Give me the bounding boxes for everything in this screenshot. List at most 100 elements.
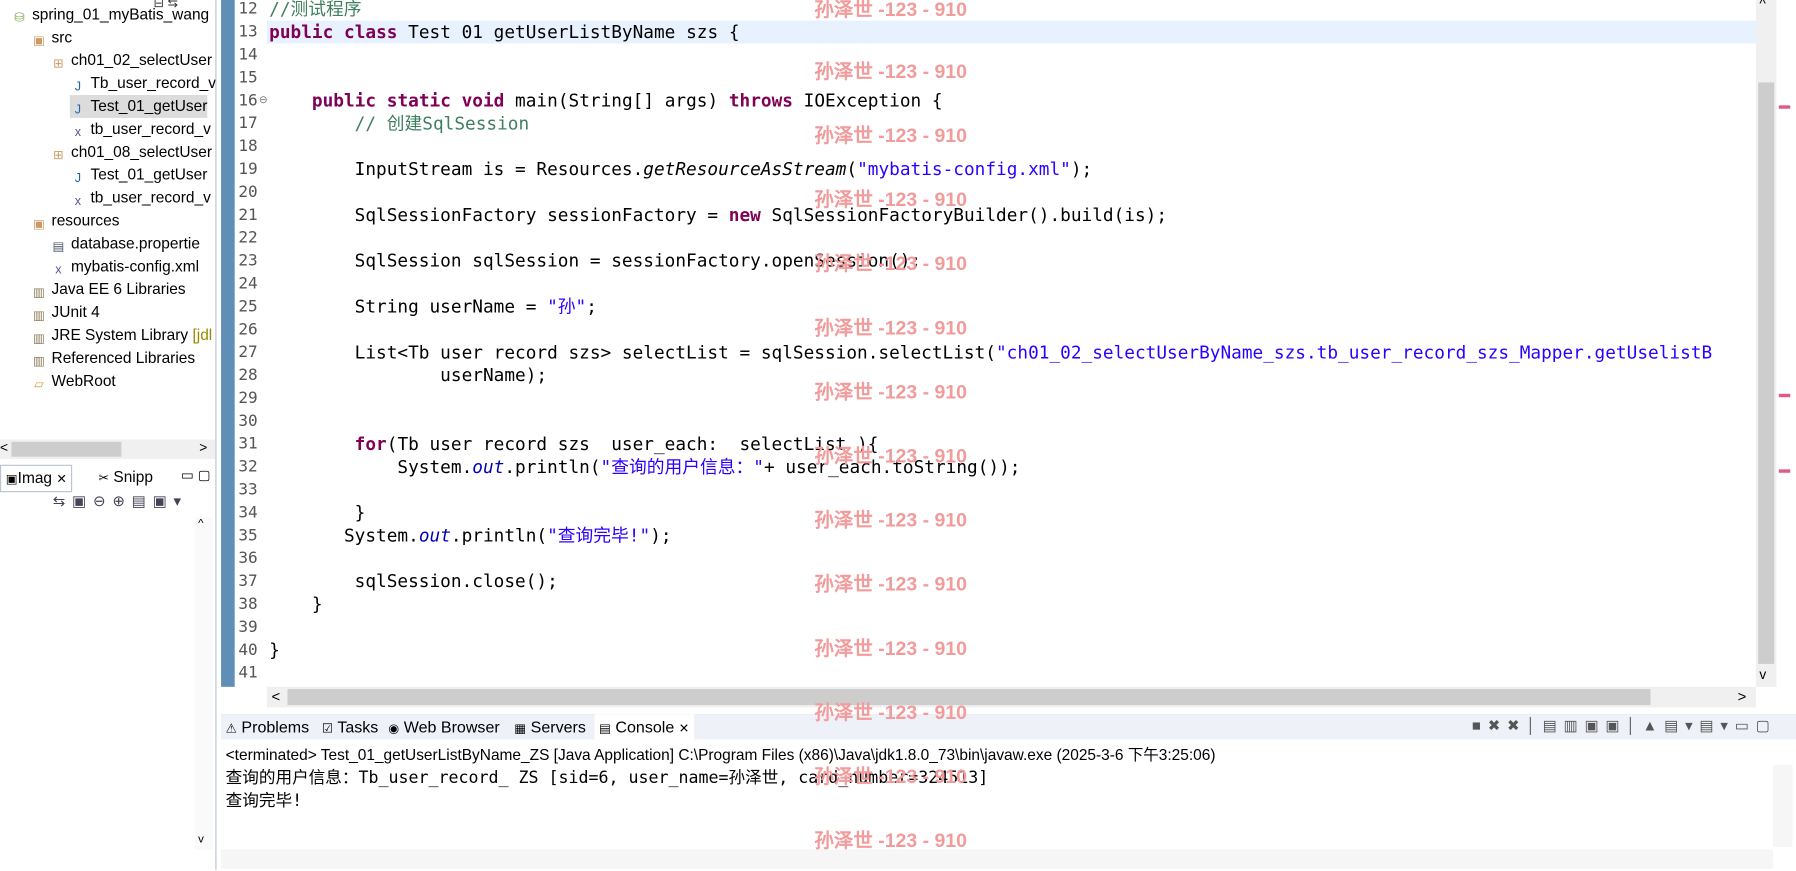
code-line[interactable]: //测试程序 (269, 0, 361, 21)
code-line[interactable]: public class Test 01 getUserListByName s… (269, 21, 739, 44)
scroll-thumb[interactable] (1758, 82, 1775, 664)
console-horizontal-scrollbar[interactable] (221, 849, 1774, 869)
fold-icon[interactable]: ⊖ (259, 94, 268, 107)
close-icon[interactable]: ✕ (56, 473, 67, 487)
tree-item[interactable]: ▣ resources (31, 209, 119, 232)
line-number: 15 (238, 68, 258, 87)
editor-ruler (221, 0, 235, 687)
editor-vertical-scrollbar[interactable]: ^ v (1755, 0, 1777, 687)
code-line[interactable]: } (269, 501, 366, 524)
image-icon: ▣ (5, 472, 18, 487)
tree-item[interactable]: ▱ WebRoot (31, 370, 116, 393)
scroll-left-icon[interactable]: < (271, 688, 280, 705)
code-line[interactable]: // 创建SqlSession (269, 112, 529, 135)
folder-icon: ▱ (34, 377, 44, 392)
tree-item[interactable]: ▥ Referenced Libraries (31, 347, 195, 370)
code-line[interactable]: SqlSessionFactory sessionFactory = new S… (269, 204, 1167, 227)
watermark-text: 孙泽世 -123 - 910 (814, 124, 967, 147)
close-icon[interactable]: ✕ (679, 722, 690, 736)
marker[interactable] (1778, 105, 1791, 109)
tab-web-browser[interactable]: ◉ Web Browser (388, 714, 499, 739)
code-line[interactable]: } (269, 639, 280, 662)
library-icon: ▥ (32, 354, 45, 369)
tab-console[interactable]: ▤ Console ✕ (594, 714, 694, 740)
line-number: 13 (238, 22, 258, 42)
code-editor[interactable]: //测试程序 public class Test 01 getUserListBy… (267, 0, 1756, 687)
scroll-down-icon[interactable]: v (198, 833, 204, 846)
tree-item-label: Java EE 6 Libraries (51, 280, 186, 298)
line-number: 25 (238, 297, 258, 316)
scroll-down-icon[interactable]: v (1759, 666, 1766, 682)
editor-horizontal-scrollbar[interactable]: < > (266, 686, 1756, 708)
watermark-text: 孙泽世 -123 - 910 (814, 0, 967, 21)
console-vertical-scrollbar[interactable] (1773, 764, 1793, 848)
scroll-up-icon[interactable]: ^ (1759, 0, 1765, 11)
library-icon: ▥ (32, 331, 45, 346)
code-line[interactable]: InputStream is = Resources.getResourceAs… (269, 158, 1093, 181)
code-line[interactable]: System.out.println("查询完毕!"); (269, 524, 672, 547)
tree-item[interactable]: ▥ JRE System Library [jdl (31, 324, 212, 347)
tree-item[interactable]: x tb_user_record_v (70, 118, 211, 141)
tree-item-label: JRE System Library (51, 326, 189, 344)
watermark-text: 孙泽世 -123 - 910 (814, 381, 967, 403)
xml-file-icon: x (74, 125, 82, 140)
code-line[interactable]: } (269, 593, 323, 616)
line-number: 21 (238, 206, 258, 225)
tree-item-label: src (51, 28, 73, 46)
code-line[interactable]: public static void main(String[] args) t… (269, 89, 943, 112)
tree-item[interactable]: J Test_01_getUser (69, 95, 208, 118)
tab-problems[interactable]: ⚠ Problems (226, 714, 310, 739)
scroll-up-icon[interactable]: ^ (198, 517, 203, 530)
tree-item[interactable]: ▤ database.propertie (50, 232, 200, 255)
tab-tasks[interactable]: ☑ Tasks (322, 714, 378, 739)
scroll-thumb[interactable] (287, 689, 1651, 706)
line-number: 27 (238, 343, 258, 362)
tree-item-label: Referenced Libraries (51, 349, 196, 367)
console-tab-bar: ⚠ Problems ☑ Tasks ◉ Web Browser ▦ Serve… (221, 714, 1796, 740)
console-toolbar[interactable]: ■✖✖│▤▥▣▣│▲▤▾▤▾▭▢ (1472, 717, 1777, 735)
tree-item-label: WebRoot (51, 372, 116, 390)
snippet-icon: ✂ (98, 471, 110, 486)
tree-item[interactable]: ⊞ ch01_08_selectUser (50, 141, 212, 164)
line-number: 39 (238, 618, 258, 637)
image-toolbar[interactable]: ⇆▣⊖⊕▤▣▾ (53, 492, 188, 510)
line-number: 14 (238, 45, 258, 65)
tree-item-label: ch01_02_selectUser (71, 51, 212, 69)
tree-item[interactable]: x mybatis-config.xml (50, 255, 199, 278)
line-number: 37 (238, 572, 258, 591)
console-output[interactable]: <terminated> Test_01_getUserListByName_Z… (221, 739, 1796, 869)
tree-item[interactable]: x tb_user_record_v (70, 187, 211, 210)
tab-image[interactable]: ▣Imag ✕ (0, 464, 73, 493)
code-line[interactable]: String userName = "孙"; (269, 295, 597, 318)
tree-item[interactable]: J Test_01_getUser (70, 164, 208, 187)
library-icon: ▥ (32, 286, 45, 300)
explorer-horizontal-scrollbar[interactable]: < > (0, 439, 216, 460)
scroll-thumb[interactable] (11, 441, 122, 457)
code-line[interactable]: userName); (269, 364, 547, 387)
tab-servers[interactable]: ▦ Servers (514, 714, 586, 739)
source-folder-icon: ▣ (32, 34, 45, 49)
code-line[interactable]: sqlSession.close(); (269, 570, 558, 593)
marker[interactable] (1778, 393, 1791, 398)
line-number: 40 (238, 641, 258, 660)
tree-item[interactable]: ▣ src (31, 26, 72, 49)
minimize-icon[interactable]: ▭ ▢ (181, 467, 211, 483)
project-icon: ⛁ (14, 11, 25, 26)
code-line[interactable]: for(Tb user record szs user_each: select… (269, 433, 879, 456)
code-line[interactable]: List<Tb user record szs> selectList = sq… (269, 341, 1712, 364)
tab-snippets[interactable]: ✂ Snipp (94, 465, 158, 490)
tree-item[interactable]: ⊞ ch01_02_selectUser (50, 49, 212, 72)
tree-item[interactable]: ▥ JUnit 4 (31, 301, 100, 324)
tree-item[interactable]: ⛁ spring_01_myBatis_wang (11, 3, 209, 26)
java-file-icon: J (74, 103, 82, 117)
marker[interactable] (1778, 469, 1791, 473)
package-icon: ⊞ (53, 57, 64, 71)
line-number: 31 (238, 434, 258, 454)
tree-item-label: tb_user_record_v (90, 188, 211, 207)
scroll-right-icon[interactable]: > (1738, 688, 1747, 705)
scroll-left-icon[interactable]: < (0, 440, 8, 456)
tree-item[interactable]: J Tb_user_record_v (70, 72, 216, 95)
tree-item[interactable]: ▥ Java EE 6 Libraries (31, 278, 186, 301)
image-vertical-scrollbar[interactable]: ^ v (194, 517, 214, 850)
scroll-right-icon[interactable]: > (199, 440, 207, 456)
